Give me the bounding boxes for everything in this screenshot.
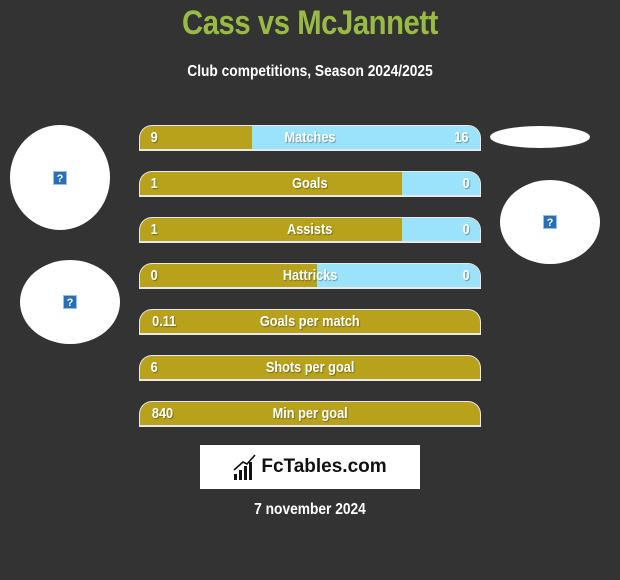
right-value: 0 bbox=[462, 264, 470, 287]
right-value: 0 bbox=[462, 218, 470, 241]
stat-label: Assists bbox=[140, 218, 480, 241]
left-value-text: 9 bbox=[150, 129, 158, 146]
broken-image-icon: ? bbox=[63, 295, 77, 309]
stat-bar-shots-per-goal: Shots per goal 6 bbox=[139, 355, 481, 381]
left-value-text: 840 bbox=[151, 405, 174, 422]
right-value: 16 bbox=[453, 126, 470, 149]
left-value: 6 bbox=[150, 356, 158, 379]
left-value: 0.11 bbox=[150, 310, 178, 333]
left-value-text: 1 bbox=[150, 221, 158, 238]
stat-bar-hattricks: Hattricks 0 0 bbox=[139, 263, 481, 289]
left-value: 1 bbox=[150, 172, 158, 195]
right-team-avatar: ? bbox=[500, 180, 600, 264]
stat-label-text: Goals per match bbox=[260, 313, 360, 330]
stat-label-text: Matches bbox=[284, 129, 336, 146]
stat-bar-matches: Matches 9 16 bbox=[139, 125, 481, 151]
right-value: 0 bbox=[462, 172, 470, 195]
page-title: Cass vs McJannett bbox=[182, 4, 438, 42]
right-value-text: 0 bbox=[462, 221, 470, 238]
left-value: 840 bbox=[150, 402, 175, 425]
stat-bar-goals: Goals 1 0 bbox=[139, 171, 481, 197]
left-value-text: 0 bbox=[150, 267, 158, 284]
broken-image-icon: ? bbox=[53, 170, 67, 185]
right-value-text: 0 bbox=[462, 267, 470, 284]
left-value: 9 bbox=[150, 126, 158, 149]
left-value-text: 6 bbox=[150, 359, 158, 376]
broken-image-icon: ? bbox=[543, 215, 557, 229]
logo-text: FcTables.com bbox=[261, 456, 387, 477]
stat-label-text: Goals bbox=[292, 175, 328, 192]
right-value-text: 16 bbox=[454, 129, 469, 146]
chart-logo-icon bbox=[233, 454, 256, 480]
stat-bar-goals-per-match: Goals per match 0.11 bbox=[139, 309, 481, 335]
stat-label-text: Min per goal bbox=[272, 405, 348, 422]
fctables-logo[interactable]: FcTables.com bbox=[200, 445, 420, 489]
stat-label: Hattricks bbox=[140, 264, 480, 287]
left-player-avatar: ? bbox=[10, 125, 110, 230]
left-value-text: 0.11 bbox=[152, 313, 177, 330]
right-player-avatar bbox=[490, 126, 590, 148]
stat-label: Matches bbox=[140, 126, 480, 149]
left-team-avatar: ? bbox=[20, 260, 120, 344]
competition-subtitle: Club competitions, Season 2024/2025 bbox=[187, 63, 433, 80]
stat-label: Min per goal bbox=[140, 402, 480, 425]
stat-label: Goals bbox=[140, 172, 480, 195]
stat-label-text: Hattricks bbox=[282, 267, 338, 284]
date-label: 7 november 2024 bbox=[254, 501, 366, 518]
stat-label-text: Assists bbox=[287, 221, 333, 238]
left-value: 1 bbox=[150, 218, 158, 241]
left-value-text: 1 bbox=[150, 175, 158, 192]
left-value: 0 bbox=[150, 264, 158, 287]
right-value-text: 0 bbox=[462, 175, 470, 192]
stat-bar-min-per-goal: Min per goal 840 bbox=[139, 401, 481, 427]
stat-bar-assists: Assists 1 0 bbox=[139, 217, 481, 243]
stat-label: Goals per match bbox=[140, 310, 480, 333]
stat-label-text: Shots per goal bbox=[265, 359, 355, 376]
stat-label: Shots per goal bbox=[140, 356, 480, 379]
